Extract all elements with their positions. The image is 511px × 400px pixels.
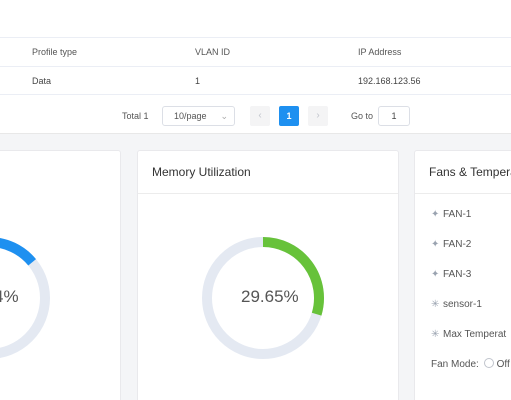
- cpu-utilization-card: 4%: [0, 150, 121, 400]
- memory-gauge: [202, 237, 324, 359]
- fan-item-label: FAN-3: [443, 269, 472, 280]
- fan-mode-row: Fan Mode: Off: [431, 358, 510, 370]
- cpu-gauge-arc: [0, 238, 37, 266]
- pagination: Total 1 10/page ⌄ ‹ 1 › Go to 1: [0, 106, 511, 126]
- goto-label: Go to: [351, 111, 374, 121]
- page-size-value: 10/page: [174, 111, 207, 121]
- cpu-percent: 4%: [0, 287, 19, 306]
- fans-temperature-card: Fans & Tempera ✦ FAN-1 ✦ FAN-2 ✦ FAN-3 ✳ sen…: [414, 150, 511, 400]
- cell-vlan-id: 1: [195, 76, 201, 86]
- column-ip-address: IP Address: [358, 47, 402, 57]
- memory-percent: 29.65%: [241, 287, 299, 306]
- fan-mode-off-label[interactable]: Off: [497, 359, 510, 370]
- fan-item-3: ✦ FAN-3: [431, 269, 471, 280]
- sensor-item-1: ✳ sensor-1: [431, 299, 482, 310]
- cell-ip-address: 192.168.123.56: [358, 76, 421, 86]
- fan-item-label: FAN-1: [443, 209, 472, 220]
- fans-card-title: Fans & Tempera: [415, 151, 511, 194]
- memory-utilization-card: Memory Utilization 29.65%: [137, 150, 399, 400]
- fan-mode-label: Fan Mode:: [431, 359, 479, 370]
- cell-profile-type: Data: [32, 76, 52, 86]
- table-row[interactable]: Data 1 192.168.123.56: [0, 67, 511, 95]
- temperature-icon: ✳: [431, 329, 440, 340]
- fan-icon: ✦: [431, 269, 440, 280]
- pagination-total: Total 1: [122, 111, 149, 121]
- fan-item-1: ✦ FAN-1: [431, 209, 471, 220]
- page-size-select[interactable]: 10/page ⌄: [162, 106, 235, 126]
- fan-item-label: FAN-2: [443, 239, 472, 250]
- fan-icon: ✦: [431, 239, 440, 250]
- temperature-icon: ✳: [431, 299, 440, 310]
- sensor-item-max: ✳ Max Temperat: [431, 329, 506, 340]
- sensor-item-label: sensor-1: [443, 299, 482, 310]
- page-1-button[interactable]: 1: [279, 106, 299, 126]
- chevron-right-icon: ›: [316, 110, 320, 121]
- chevron-left-icon: ‹: [258, 110, 262, 121]
- column-profile-type: Profile type: [32, 47, 78, 57]
- fan-item-2: ✦ FAN-2: [431, 239, 471, 250]
- fan-icon: ✦: [431, 209, 440, 220]
- fan-mode-off-radio[interactable]: [483, 358, 494, 368]
- sensor-item-label: Max Temperat: [443, 329, 507, 340]
- goto-input[interactable]: 1: [378, 106, 410, 126]
- ports-table-card: Profile type VLAN ID IP Address Data 1 1…: [0, 0, 511, 134]
- prev-page-button[interactable]: ‹: [250, 106, 270, 126]
- table-header: Profile type VLAN ID IP Address: [0, 37, 511, 67]
- chevron-down-icon: ⌄: [220, 111, 228, 121]
- column-vlan-id: VLAN ID: [195, 47, 231, 57]
- cpu-gauge: [0, 238, 50, 358]
- next-page-button[interactable]: ›: [308, 106, 328, 126]
